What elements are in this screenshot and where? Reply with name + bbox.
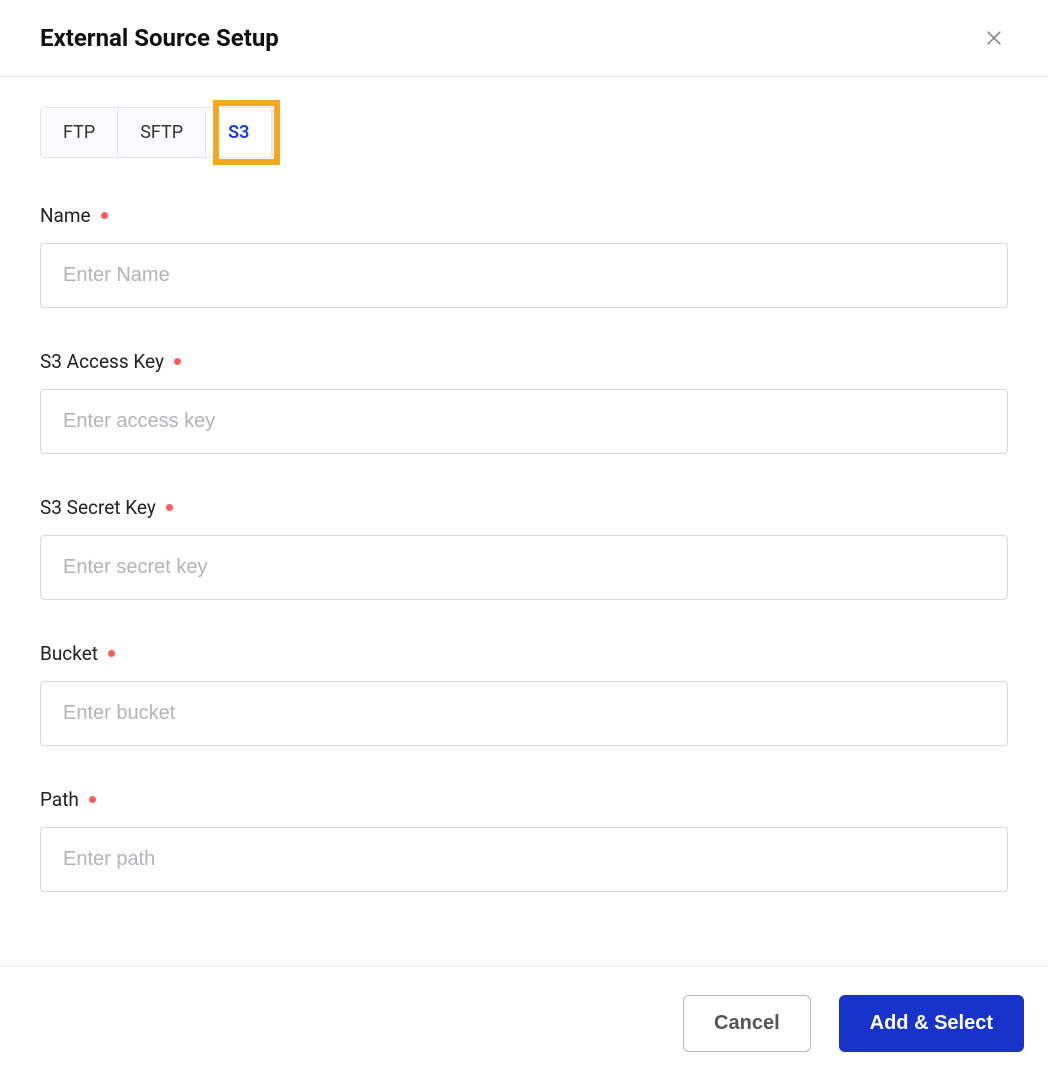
required-indicator-icon bbox=[166, 504, 173, 511]
dialog-footer: Cancel Add & Select bbox=[0, 966, 1048, 1080]
label-secret-key: S3 Secret Key bbox=[40, 496, 1008, 519]
protocol-tabs: FTP SFTP S3 bbox=[40, 107, 273, 158]
input-name[interactable] bbox=[40, 243, 1008, 308]
label-name: Name bbox=[40, 204, 1008, 227]
input-access-key[interactable] bbox=[40, 389, 1008, 454]
close-button[interactable] bbox=[980, 24, 1008, 52]
required-indicator-icon bbox=[89, 796, 96, 803]
dialog-body: FTP SFTP S3 Name S3 Access Key S3 Secret… bbox=[0, 77, 1048, 974]
tab-sftp[interactable]: SFTP bbox=[118, 108, 206, 157]
label-access-key-text: S3 Access Key bbox=[40, 350, 164, 373]
field-name: Name bbox=[40, 204, 1008, 308]
field-path: Path bbox=[40, 788, 1008, 892]
required-indicator-icon bbox=[101, 212, 108, 219]
label-path: Path bbox=[40, 788, 1008, 811]
tab-s3[interactable]: S3 bbox=[206, 108, 272, 157]
label-access-key: S3 Access Key bbox=[40, 350, 1008, 373]
dialog-title: External Source Setup bbox=[40, 24, 279, 52]
dialog-header: External Source Setup bbox=[0, 0, 1048, 77]
required-indicator-icon bbox=[108, 650, 115, 657]
field-bucket: Bucket bbox=[40, 642, 1008, 746]
field-access-key: S3 Access Key bbox=[40, 350, 1008, 454]
input-bucket[interactable] bbox=[40, 681, 1008, 746]
required-indicator-icon bbox=[174, 358, 181, 365]
tab-ftp[interactable]: FTP bbox=[41, 108, 118, 157]
cancel-button[interactable]: Cancel bbox=[683, 995, 811, 1052]
input-secret-key[interactable] bbox=[40, 535, 1008, 600]
add-select-button[interactable]: Add & Select bbox=[839, 995, 1024, 1052]
field-secret-key: S3 Secret Key bbox=[40, 496, 1008, 600]
label-name-text: Name bbox=[40, 204, 91, 227]
label-path-text: Path bbox=[40, 788, 79, 811]
close-icon bbox=[984, 28, 1004, 48]
label-bucket-text: Bucket bbox=[40, 642, 98, 665]
label-bucket: Bucket bbox=[40, 642, 1008, 665]
input-path[interactable] bbox=[40, 827, 1008, 892]
label-secret-key-text: S3 Secret Key bbox=[40, 496, 156, 519]
